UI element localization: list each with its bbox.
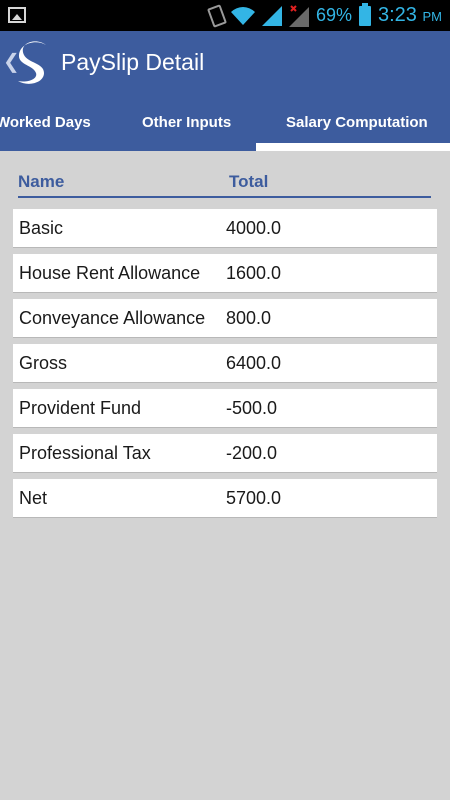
row-total: -500.0 (226, 398, 278, 418)
signal-icon (261, 5, 282, 26)
row-name: Net (19, 488, 48, 508)
status-icons: 69% 3:23 PM (206, 0, 442, 31)
tab-worked-days[interactable]: Worked Days (0, 94, 91, 151)
wifi-icon (230, 6, 255, 25)
app-logo-s-icon[interactable] (16, 39, 50, 87)
selected-tab-indicator (256, 143, 450, 151)
table-header: Name Total (18, 172, 431, 198)
table-row: Net 5700.0 (13, 479, 437, 518)
row-name: Conveyance Allowance (19, 308, 206, 328)
table-row: Gross 6400.0 (13, 344, 437, 383)
image-icon (8, 7, 26, 23)
row-total: 5700.0 (226, 488, 282, 508)
status-bar: 69% 3:23 PM (0, 0, 450, 31)
row-name: House Rent Allowance (19, 263, 201, 283)
signal-x-icon (288, 4, 309, 27)
table-row: Professional Tax -200.0 (13, 434, 437, 473)
tab-other-inputs[interactable]: Other Inputs (142, 94, 231, 151)
page-title: PaySlip Detail (61, 49, 205, 75)
battery-percent: 69% (315, 5, 352, 25)
action-bar: ❮ PaySlip Detail (0, 31, 450, 94)
table-row: Basic 4000.0 (13, 209, 437, 248)
table-row: Provident Fund -500.0 (13, 389, 437, 428)
clock: 3:23 PM (378, 4, 442, 27)
row-total: 800.0 (226, 308, 272, 328)
row-total: 4000.0 (226, 218, 282, 238)
row-name: Provident Fund (19, 398, 142, 418)
row-name: Gross (19, 353, 68, 373)
row-total: 6400.0 (226, 353, 282, 373)
salary-table: Basic 4000.0 House Rent Allowance 1600.0… (13, 209, 437, 524)
row-name: Basic (19, 218, 64, 238)
vibrate-icon (206, 3, 227, 28)
row-name: Professional Tax (19, 443, 151, 463)
table-row: House Rent Allowance 1600.0 (13, 254, 437, 293)
clock-ampm: PM (422, 9, 443, 24)
column-header-total: Total (229, 172, 269, 191)
row-total: -200.0 (226, 443, 278, 463)
clock-time: 3:23 (378, 4, 417, 26)
table-row: Conveyance Allowance 800.0 (13, 299, 437, 338)
column-header-name: Name (18, 172, 65, 191)
row-total: 1600.0 (226, 263, 282, 283)
battery-icon (359, 2, 371, 26)
